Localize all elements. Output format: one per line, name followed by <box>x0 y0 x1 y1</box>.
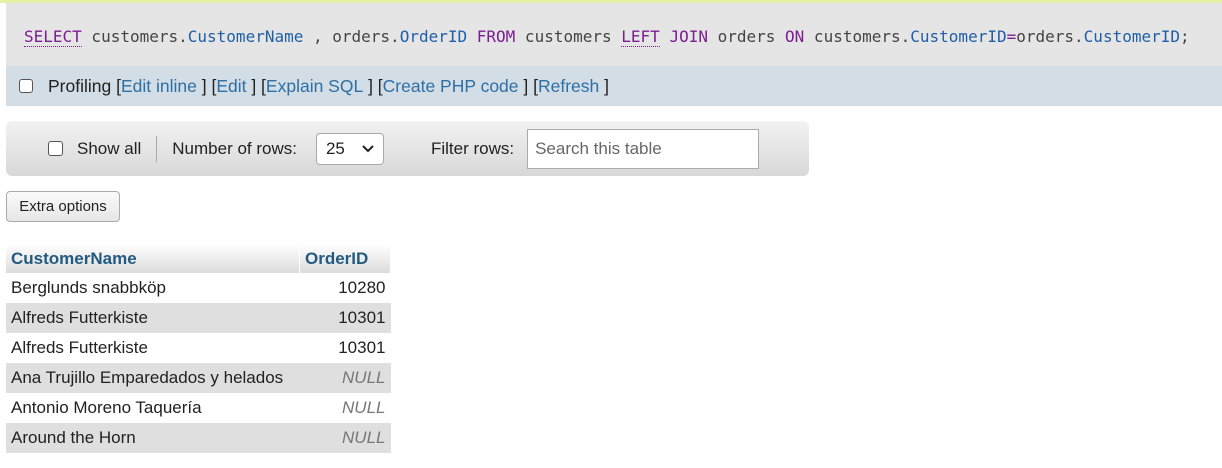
sql-query-text: SELECT customers.CustomerName , orders.O… <box>24 27 1190 47</box>
rows-label: Number of rows: <box>172 138 297 158</box>
cell-customername[interactable]: Alfreds Futterkiste <box>6 333 300 363</box>
sql-token: OrderID <box>399 27 468 46</box>
column-header-orderid[interactable]: OrderID <box>299 244 391 273</box>
sql-token: ; <box>1180 27 1190 46</box>
cell-orderid[interactable]: 10301 <box>299 303 391 333</box>
table-header-row: CustomerName OrderID <box>6 244 391 273</box>
cell-customername[interactable]: Berglunds snabbköp <box>6 273 300 303</box>
cell-orderid[interactable]: 10301 <box>299 333 391 363</box>
cell-customername[interactable]: Ana Trujillo Emparedados y helados <box>6 363 300 393</box>
sql-token: orders. <box>1016 27 1084 46</box>
filter-rows-input[interactable]: Search this table <box>527 128 760 169</box>
sql-token: ON <box>785 27 805 46</box>
create-php-code-link[interactable]: Create PHP code <box>383 76 519 97</box>
table-row[interactable]: Alfreds Futterkiste 10301 <box>6 333 391 363</box>
sql-token: orders <box>707 27 786 46</box>
explain-sql-link[interactable]: Explain SQL <box>266 76 363 97</box>
cell-customername[interactable]: Around the Horn <box>6 423 300 453</box>
show-all-label[interactable]: Show all <box>77 139 141 159</box>
table-navigation-controls: Show all Number of rows: 25 Filter rows:… <box>6 121 809 176</box>
cell-customername[interactable]: Antonio Moreno Taquería <box>6 393 300 423</box>
table-row[interactable]: Antonio Moreno Taquería NULL <box>6 393 391 423</box>
profiling-bar: Profiling [ Edit inline ] [ Edit ] [ Exp… <box>6 66 1222 106</box>
edit-inline-link[interactable]: Edit inline <box>121 76 197 97</box>
sql-token: JOIN <box>669 27 708 46</box>
table-row[interactable]: Alfreds Futterkiste 10301 <box>6 303 391 333</box>
profiling-checkbox[interactable] <box>19 79 33 93</box>
sql-query-box: SELECT customers.CustomerName , orders.O… <box>6 3 1222 66</box>
sql-token: customers <box>515 27 622 46</box>
separator <box>156 135 158 162</box>
chevron-down-icon <box>362 142 374 156</box>
extra-options-button[interactable]: Extra options <box>6 191 120 222</box>
sql-token: CustomerID <box>910 27 1007 46</box>
rows-per-page-value: 25 <box>325 138 345 158</box>
table-row[interactable]: Ana Trujillo Emparedados y helados NULL <box>6 363 391 393</box>
sql-token[interactable]: LEFT <box>621 27 660 47</box>
edit-link[interactable]: Edit <box>216 76 246 97</box>
profiling-label: Profiling <box>48 75 112 96</box>
sql-token: FROM <box>476 27 516 46</box>
filter-rows-label: Filter rows: <box>430 138 515 158</box>
cell-orderid[interactable]: NULL <box>299 393 391 423</box>
sql-token[interactable]: SELECT <box>24 27 82 47</box>
sql-token: CustomerID <box>1083 27 1180 46</box>
sql-token: = <box>1006 27 1017 46</box>
cell-orderid[interactable]: 10280 <box>299 273 391 303</box>
show-all-checkbox[interactable] <box>48 141 63 156</box>
sql-token: customers. <box>804 27 911 46</box>
sql-token: , orders. <box>303 27 400 46</box>
sql-token: customers. <box>81 27 188 46</box>
results-table: CustomerName OrderID Berglunds snabbköp 1… <box>6 244 391 453</box>
cell-orderid[interactable]: NULL <box>299 423 391 453</box>
rows-per-page-select[interactable]: 25 <box>315 132 384 165</box>
table-row[interactable]: Around the Horn NULL <box>6 423 391 453</box>
column-header-customername[interactable]: CustomerName <box>6 244 300 273</box>
cell-orderid[interactable]: NULL <box>299 363 391 393</box>
cell-customername[interactable]: Alfreds Futterkiste <box>6 303 300 333</box>
refresh-link[interactable]: Refresh <box>538 76 599 97</box>
table-row[interactable]: Berglunds snabbköp 10280 <box>6 273 391 303</box>
sql-token: CustomerName <box>187 27 304 46</box>
filter-rows-placeholder: Search this table <box>535 138 662 158</box>
